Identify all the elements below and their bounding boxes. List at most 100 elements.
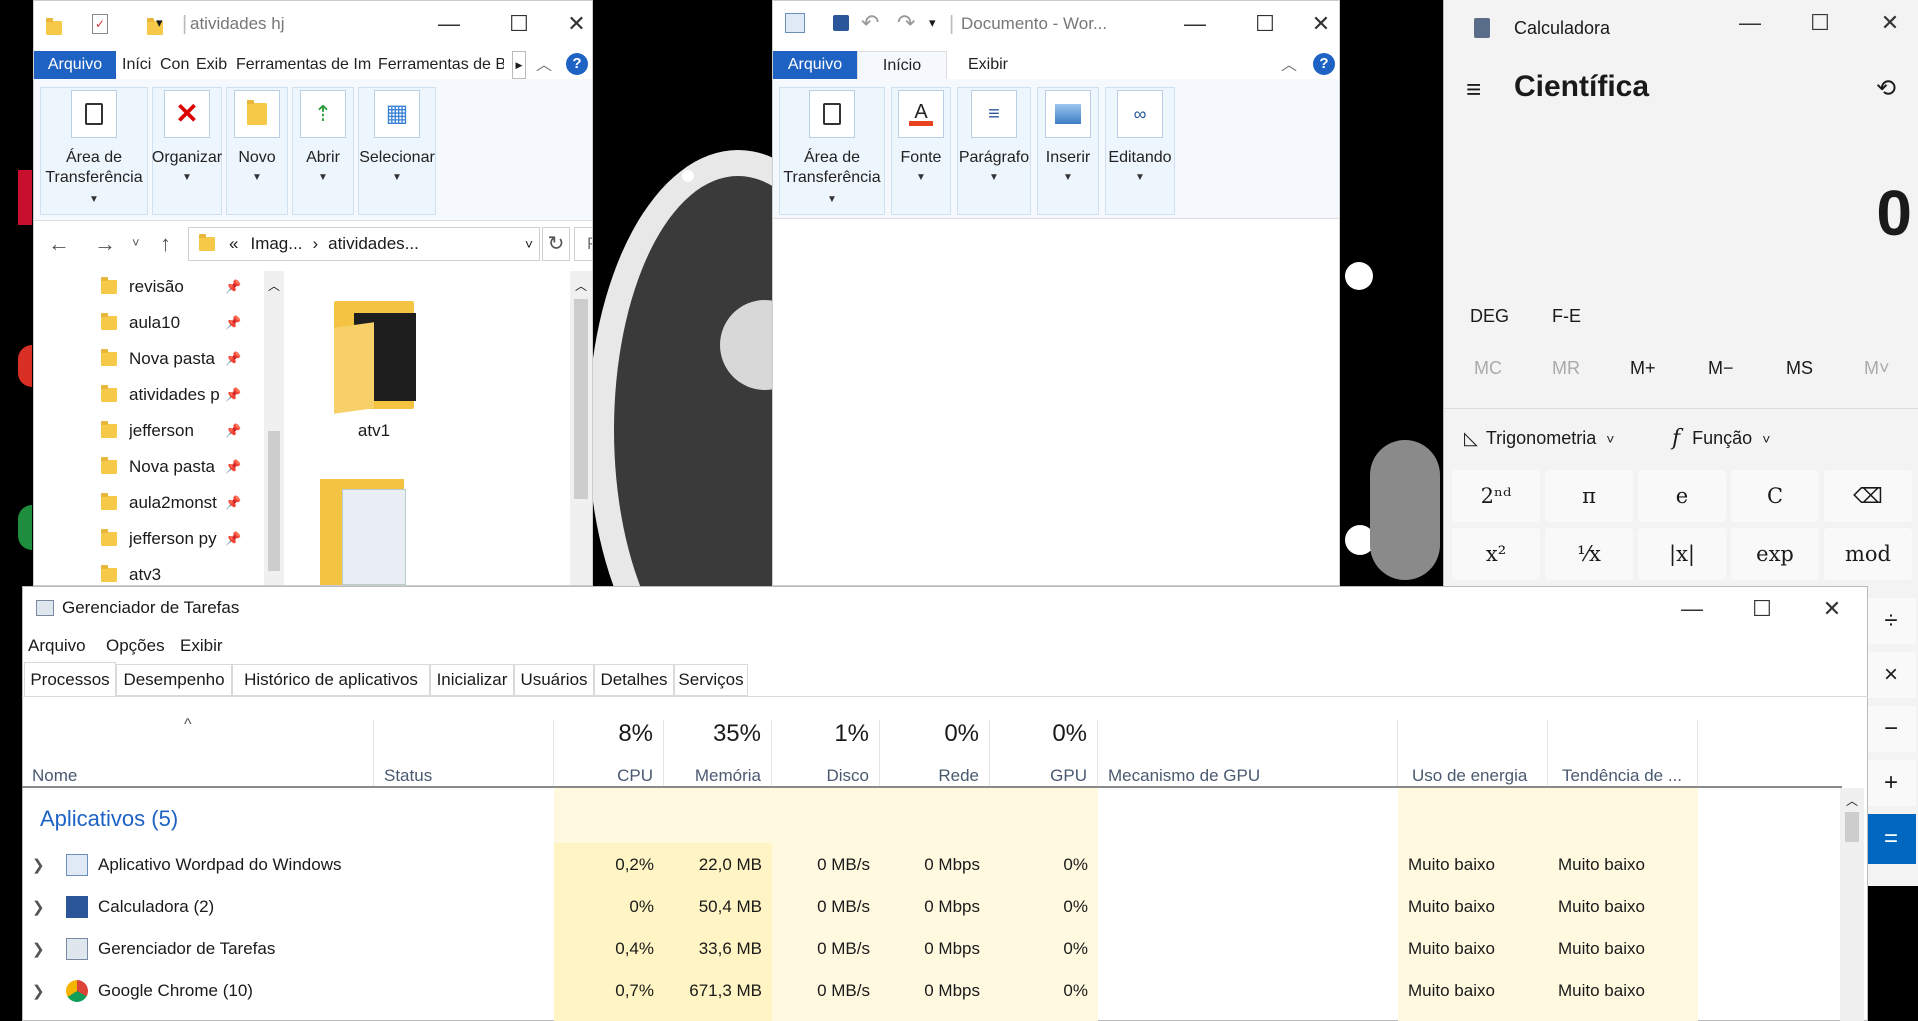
nav-item[interactable]: Nova pasta 📌 [67,341,247,377]
tab-servicos[interactable]: Serviços [674,664,748,696]
maximize-icon[interactable]: ☐ [1732,586,1792,632]
column-network[interactable]: 0% Rede [880,720,990,786]
mod-button[interactable]: mod [1824,528,1912,580]
divide-button[interactable]: ÷ [1866,598,1916,644]
scroll-up-icon[interactable]: ︿ [1840,792,1864,809]
expand-chevron-icon[interactable]: ❯ [32,886,45,928]
pin-icon[interactable]: 📌 [225,351,241,367]
maximize-icon[interactable]: ☐ [1790,0,1850,46]
process-row[interactable]: ❯ Gerenciador de Tarefas 0,4% 33,6 MB 0 MB/s… [22,928,1842,970]
minimize-icon[interactable]: — [1662,586,1722,632]
memory-list-button[interactable]: M˅ [1864,358,1890,379]
tab-arquivo[interactable]: Arquivo [34,51,116,79]
column-memory[interactable]: 35% Memória [664,720,772,786]
minimize-icon[interactable]: — [1720,0,1780,46]
subtract-button[interactable]: − [1866,706,1916,752]
nav-item[interactable]: jefferson py 📌 [67,521,247,557]
menu-opcoes[interactable]: Opções [106,636,165,656]
scroll-up-icon[interactable]: ︿ [570,277,592,294]
pin-icon[interactable]: 📌 [225,531,241,547]
deg-button[interactable]: DEG [1470,306,1509,327]
nav-item[interactable]: Nova pasta 📌 [67,449,247,485]
recent-locations-icon[interactable]: ˅ [132,235,140,250]
square-button[interactable]: x² [1452,528,1540,580]
content-scrollbar[interactable]: ︿ [570,271,592,585]
maximize-icon[interactable]: ☐ [489,1,549,47]
close-icon[interactable]: ✕ [1860,0,1918,46]
tab-inicio[interactable]: Início [857,51,947,79]
column-cpu[interactable]: 8% CPU [554,720,664,786]
collapse-ribbon-icon[interactable]: ︿ [536,51,552,75]
minimize-icon[interactable]: — [1165,1,1225,47]
scroll-up-icon[interactable]: ︿ [264,277,284,294]
menu-exibir[interactable]: Exibir [180,636,223,656]
reciprocal-button[interactable]: ¹⁄x [1545,528,1633,580]
save-icon[interactable] [833,15,849,31]
e-button[interactable]: e [1638,470,1726,522]
close-icon[interactable]: ✕ [559,1,592,47]
group-paragraph[interactable]: ≡ Parágrafo ▼ [957,87,1031,215]
backspace-icon[interactable]: ⌫ [1824,470,1912,522]
nav-item[interactable]: atv3 [67,557,247,585]
history-icon[interactable]: ⟲ [1876,74,1896,103]
help-icon[interactable]: ? [566,53,588,75]
breadcrumb-atividades[interactable]: atividades... [328,234,419,254]
second-button[interactable]: 2ⁿᵈ [1452,470,1540,522]
help-icon[interactable]: ? [1313,53,1335,75]
group-clipboard[interactable]: Área de Transferência ▼ [779,87,885,215]
ribbon-scroll-right-icon[interactable]: ▶ [512,51,526,79]
column-gpu[interactable]: 0% GPU [990,720,1098,786]
fe-button[interactable]: F-E [1552,306,1581,327]
refresh-icon[interactable]: ↻ [542,227,570,261]
tab-processos[interactable]: Processos [24,662,116,696]
breadcrumb-overflow[interactable]: « [229,234,238,254]
back-button[interactable]: ← [48,231,70,257]
minimize-icon[interactable]: — [419,1,479,47]
pin-icon[interactable]: 📌 [225,315,241,331]
collapse-ribbon-icon[interactable]: ︿ [1281,51,1297,75]
process-row[interactable]: ❯ Google Chrome (10) 0,7% 671,3 MB 0 MB/s 0 M… [22,970,1842,1012]
column-name[interactable]: Nome [22,720,374,786]
column-power-trend[interactable]: Tendência de ... [1548,720,1698,786]
pin-icon[interactable]: 📌 [225,387,241,403]
close-icon[interactable]: ✕ [1301,1,1339,47]
scroll-thumb[interactable] [268,431,280,571]
nav-item[interactable]: atividades p 📌 [67,377,247,413]
document-area[interactable] [773,221,1339,585]
tab-ferramentas-biblioteca[interactable]: Ferramentas de Ba [378,51,504,79]
process-row[interactable]: ❯ Calculadora (2) 0% 50,4 MB 0 MB/s 0 Mbps 0% M… [22,886,1842,928]
group-organize[interactable]: ✕ Organizar ▼ [152,87,222,215]
add-button[interactable]: + [1866,760,1916,806]
tab-inicio[interactable]: Iníci [122,51,151,79]
nav-item[interactable]: jefferson 📌 [67,413,247,449]
pin-icon[interactable]: 📌 [225,495,241,511]
redo-icon[interactable]: ↷ [897,10,915,36]
file-item-folder[interactable] [320,479,430,585]
undo-icon[interactable]: ↶ [861,10,879,36]
multiply-button[interactable]: × [1866,652,1916,698]
maximize-icon[interactable]: ☐ [1235,1,1295,47]
tab-inicializar[interactable]: Inicializar [430,664,514,696]
process-row[interactable]: ❯ Aplicativo Wordpad do Windows 0,2% 22,0 M… [22,844,1842,886]
nav-scrollbar[interactable]: ︿ [264,271,284,585]
scroll-thumb[interactable] [1845,812,1859,842]
properties-icon[interactable]: ✓ [92,14,108,34]
mr-button[interactable]: MR [1552,358,1580,379]
address-bar[interactable]: « Imag... › atividades... ˅ [188,227,540,261]
abs-button[interactable]: |x| [1638,528,1726,580]
tab-exibir[interactable]: Exib [196,51,227,79]
tab-usuarios[interactable]: Usuários [514,664,594,696]
customize-quick-access-icon[interactable]: ▾ [156,15,163,31]
trigonometry-dropdown[interactable]: ◺ Trigonometria ˅ [1464,428,1614,449]
customize-quick-access-icon[interactable]: ▾ [929,15,936,31]
m-plus-button[interactable]: M+ [1630,358,1656,379]
pin-icon[interactable]: 📌 [225,279,241,295]
column-power[interactable]: Uso de energia [1398,720,1548,786]
search-input[interactable] [574,227,592,261]
nav-item[interactable]: aula2monst 📌 [67,485,247,521]
desktop-icon[interactable] [18,345,32,387]
tab-exibir[interactable]: Exibir [955,51,1021,79]
nav-item[interactable]: aula10 📌 [67,305,247,341]
group-editing[interactable]: ∞ Editando ▼ [1105,87,1175,215]
exp-button[interactable]: exp [1731,528,1819,580]
